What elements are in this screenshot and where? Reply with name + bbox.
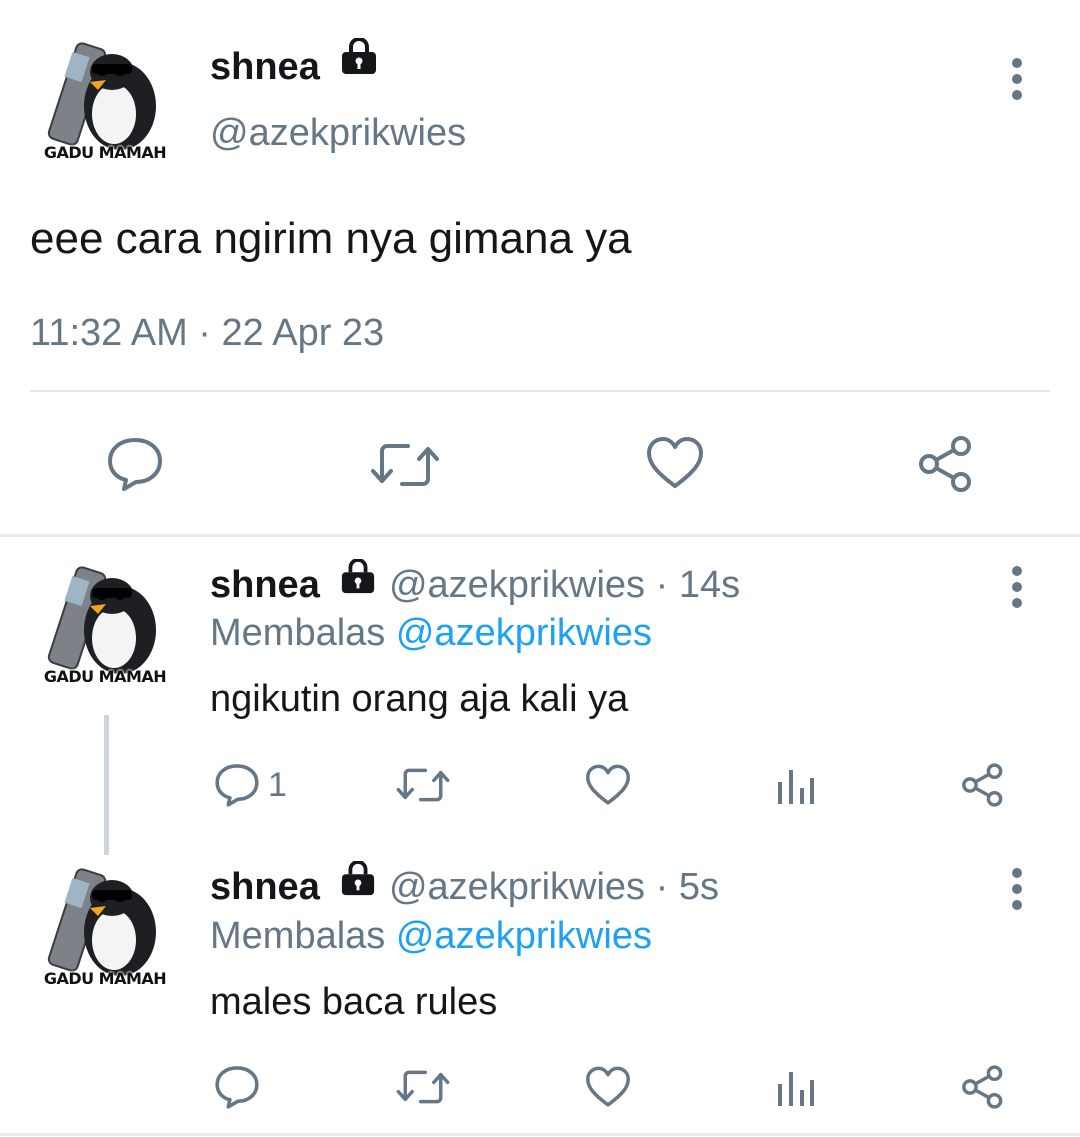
avatar[interactable]: GADU MAMAH	[40, 36, 170, 166]
display-name[interactable]: shnea	[210, 564, 320, 606]
analytics-button[interactable]	[776, 768, 816, 804]
like-button[interactable]	[646, 436, 704, 490]
handle[interactable]: @azekprikwies	[210, 110, 466, 156]
like-icon	[586, 1066, 630, 1107]
avatar-caption: GADU MAMAH	[43, 969, 167, 988]
tweet-text: eee cara ngirim nya gimana ya	[30, 214, 632, 263]
reply-header: shnea @azekprikwies · 14s	[210, 558, 740, 610]
replying-label: Membalas	[210, 915, 386, 957]
mention-link[interactable]: @azekprikwies	[396, 915, 652, 957]
lock-icon	[338, 860, 378, 908]
avatar-caption: GADU MAMAH	[43, 143, 167, 162]
lock-icon	[338, 37, 380, 87]
avatar-caption: GADU MAMAH	[43, 667, 167, 686]
more-options-icon[interactable]	[1011, 58, 1023, 106]
avatar[interactable]: GADU MAMAH	[40, 862, 170, 992]
replying-label: Membalas	[210, 612, 386, 654]
thread-line	[104, 715, 109, 855]
retweet-button[interactable]	[370, 441, 440, 489]
reply-count: 1	[268, 765, 287, 804]
like-icon	[647, 437, 703, 488]
handle-and-time[interactable]: @azekprikwies · 14s	[389, 564, 740, 606]
share-button[interactable]	[960, 762, 1006, 808]
section-separator	[0, 534, 1080, 537]
avatar[interactable]: GADU MAMAH	[40, 560, 170, 690]
reply-icon	[108, 438, 162, 491]
like-icon	[586, 764, 630, 805]
share-icon	[962, 763, 1003, 807]
retweet-button[interactable]	[396, 1068, 450, 1106]
share-button[interactable]	[960, 1064, 1006, 1110]
display-name[interactable]: shnea	[210, 37, 380, 93]
section-separator	[0, 1133, 1080, 1136]
more-options-icon[interactable]	[1011, 868, 1023, 916]
display-name[interactable]: shnea	[210, 866, 320, 908]
reply-text: males baca rules	[210, 981, 498, 1023]
reply-text: ngikutin orang aja kali ya	[210, 678, 629, 720]
analytics-icon	[778, 770, 814, 804]
handle-and-time[interactable]: @azekprikwies · 5s	[389, 866, 719, 908]
mention-link[interactable]: @azekprikwies	[396, 612, 652, 654]
retweet-icon	[396, 768, 450, 802]
analytics-icon	[778, 1072, 814, 1106]
share-button[interactable]	[916, 434, 976, 494]
reply-icon	[215, 1066, 259, 1109]
lock-icon	[338, 558, 378, 606]
divider	[30, 390, 1050, 392]
like-button[interactable]	[585, 1066, 631, 1108]
share-icon	[919, 436, 971, 492]
more-options-icon[interactable]	[1011, 566, 1023, 614]
tweet-timestamp[interactable]: 11:32 AM · 22 Apr 23	[30, 310, 384, 356]
reply-button[interactable]	[214, 1064, 260, 1110]
retweet-icon	[371, 444, 439, 486]
reply-button[interactable]	[106, 436, 164, 492]
share-icon	[962, 1065, 1003, 1109]
retweet-button[interactable]	[396, 766, 450, 804]
like-button[interactable]	[585, 764, 631, 806]
reply-icon	[215, 764, 259, 807]
reply-button[interactable]: 1	[214, 762, 287, 808]
display-name-text: shnea	[210, 46, 320, 88]
replying-to: Membalas @azekprikwies	[210, 913, 652, 959]
replying-to: Membalas @azekprikwies	[210, 610, 652, 656]
analytics-button[interactable]	[776, 1070, 816, 1106]
reply-header: shnea @azekprikwies · 5s	[210, 860, 719, 912]
retweet-icon	[396, 1070, 450, 1104]
